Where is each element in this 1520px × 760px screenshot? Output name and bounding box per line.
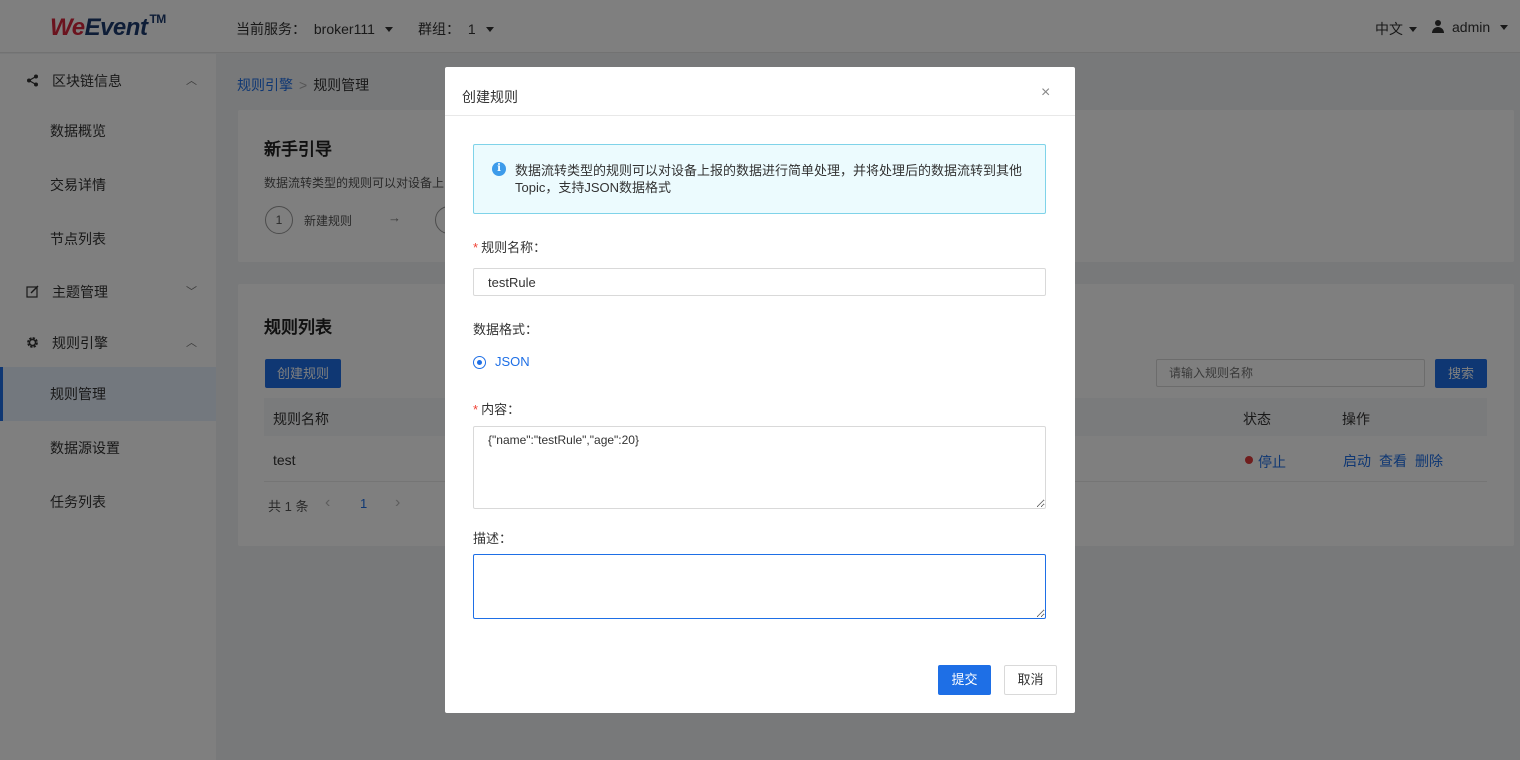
rule-name-input[interactable]	[473, 268, 1046, 296]
rule-name-label-text: 规则名称：	[481, 240, 547, 255]
content-label-text: 内容：	[481, 402, 521, 417]
description-textarea[interactable]	[473, 554, 1046, 619]
required-mark: *	[473, 402, 479, 417]
content-label: * 内容：	[473, 399, 520, 418]
json-radio[interactable]	[473, 356, 486, 369]
cancel-button[interactable]: 取消	[1004, 665, 1057, 695]
content-textarea[interactable]: {"name":"testRule","age":20}	[473, 426, 1046, 509]
rule-name-label: * 规则名称：	[473, 237, 546, 256]
create-rule-dialog: 创建规则 × i 数据流转类型的规则可以对设备上报的数据进行简单处理，并将处理后…	[445, 67, 1075, 713]
info-alert: i 数据流转类型的规则可以对设备上报的数据进行简单处理，并将处理后的数据流转到其…	[473, 144, 1046, 214]
info-alert-text: 数据流转类型的规则可以对设备上报的数据进行简单处理，并将处理后的数据流转到其他T…	[515, 163, 1023, 195]
info-icon: i	[492, 162, 506, 176]
dialog-title: 创建规则	[462, 89, 518, 105]
dialog-header-divider	[445, 115, 1075, 116]
json-radio-label[interactable]: JSON	[495, 354, 530, 369]
required-mark: *	[473, 240, 479, 255]
submit-button[interactable]: 提交	[938, 665, 991, 695]
close-icon[interactable]: ×	[1041, 84, 1050, 102]
description-label: 描述：	[473, 531, 513, 546]
data-format-label: 数据格式：	[473, 322, 539, 337]
